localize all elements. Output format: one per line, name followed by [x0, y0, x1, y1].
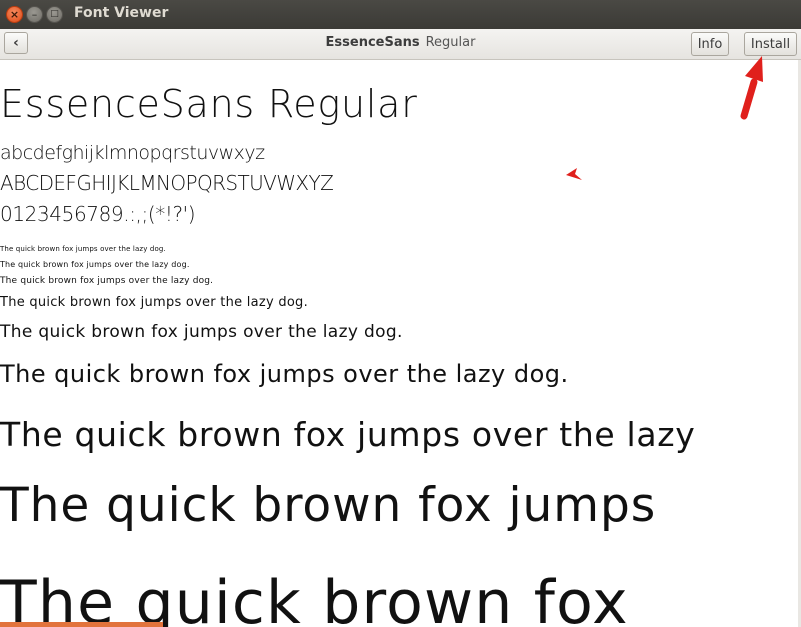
header-bar: ‹ EssenceSans Regular Info Install	[0, 29, 801, 60]
maximize-icon: □	[50, 9, 59, 19]
sample-line-1: The quick brown fox jumps over the lazy …	[0, 245, 166, 253]
font-family-label: EssenceSans	[325, 35, 420, 50]
font-name-heading: EssenceSans Regular	[0, 82, 418, 126]
minimize-icon: –	[31, 8, 38, 21]
info-button[interactable]: Info	[691, 32, 729, 56]
red-arrow-icon	[740, 56, 763, 120]
lowercase-sample: abcdefghijklmnopqrstuvwxyz	[0, 142, 265, 164]
window-minimize-button[interactable]: –	[26, 6, 43, 23]
sample-line-5: The quick brown fox jumps over the lazy …	[0, 322, 403, 342]
font-preview-area[interactable]: EssenceSans Regular abcdefghijklmnopqrst…	[0, 60, 801, 627]
sample-line-8: The quick brown fox jumps	[0, 478, 657, 533]
sample-line-9: The quick brown fox	[0, 568, 629, 627]
window-close-button[interactable]: ×	[6, 6, 23, 23]
sample-line-3: The quick brown fox jumps over the lazy …	[0, 276, 214, 286]
uppercase-sample: ABCDEFGHIJKLMNOPQRSTUVWXYZ	[0, 171, 334, 195]
font-style-label: Regular	[425, 35, 476, 50]
sample-line-4: The quick brown fox jumps over the lazy …	[0, 295, 308, 310]
window-maximize-button[interactable]: □	[46, 6, 63, 23]
window-title: Font Viewer	[74, 5, 169, 21]
pointer-icon	[566, 168, 582, 180]
digits-sample: 0123456789.:,;(*!?')	[0, 202, 196, 226]
taskbar-indicator	[0, 622, 163, 627]
title-bar: × – □ Font Viewer	[0, 0, 801, 30]
sample-line-7: The quick brown fox jumps over the lazy	[0, 415, 696, 454]
sample-line-2: The quick brown fox jumps over the lazy …	[0, 260, 190, 269]
sample-line-6: The quick brown fox jumps over the lazy …	[0, 360, 569, 388]
close-icon: ×	[9, 8, 20, 21]
header-title: EssenceSans Regular	[0, 35, 801, 50]
